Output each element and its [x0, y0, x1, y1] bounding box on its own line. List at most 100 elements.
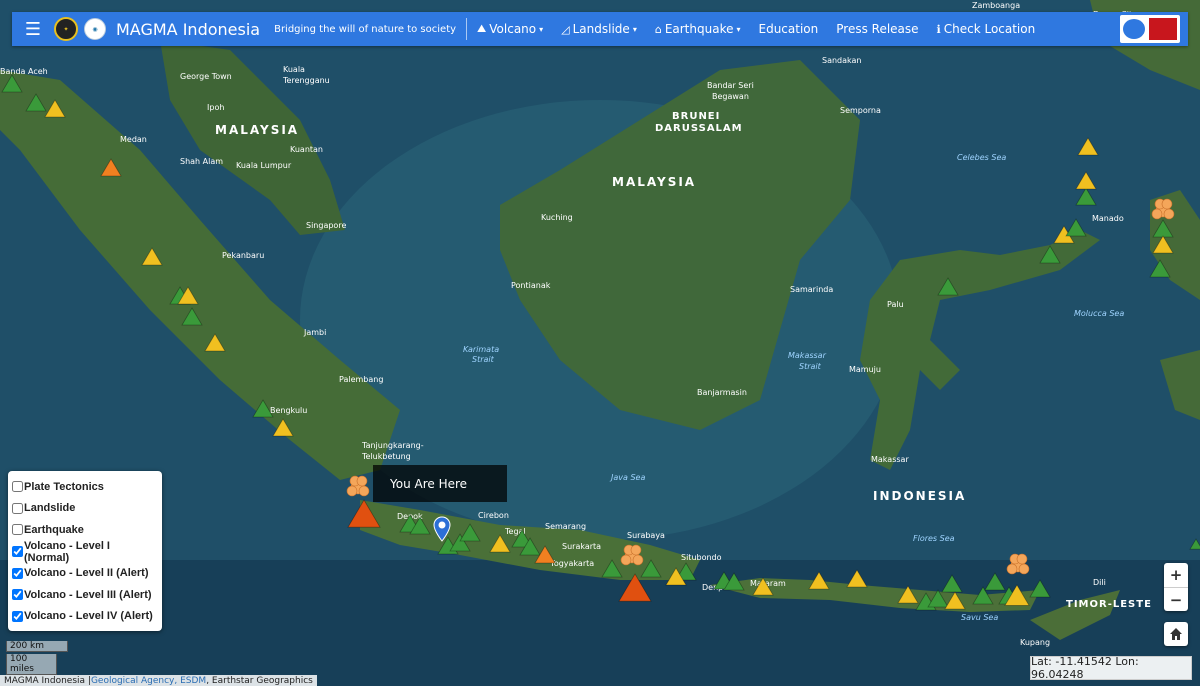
zoom-control: + − [1164, 563, 1188, 611]
city-label: Terengganu [282, 76, 330, 85]
city-label: Manado [1092, 214, 1124, 223]
city-label: Pontianak [511, 281, 551, 290]
city-label: Pekanbaru [222, 251, 264, 260]
you-are-here-tooltip: You Are Here [373, 465, 507, 502]
layer-legend: Plate Tectonics Landslide Earthquake Vol… [8, 471, 162, 631]
city-label: Surakarta [562, 542, 601, 551]
sea-label: Savu Sea [961, 613, 998, 622]
city-label: Banjarmasin [697, 388, 747, 397]
brand-title[interactable]: MAGMA Indonesia [116, 20, 260, 39]
kominfo-registered-badge[interactable] [1120, 15, 1180, 43]
layer-toggle-earthquake[interactable]: Earthquake [12, 519, 158, 541]
layer-toggle-plate-tectonics[interactable]: Plate Tectonics [12, 476, 158, 498]
top-navigation-bar: ☰ ✦ ◉ MAGMA Indonesia Bridging the will … [12, 12, 1188, 46]
country-label: BRUNEI [672, 111, 720, 122]
city-label: Mamuju [849, 365, 881, 374]
city-label: Singapore [306, 221, 346, 230]
earthquake-icon: ⌂ [654, 22, 662, 36]
sea-label: Java Sea [609, 473, 645, 482]
esdm-logo: ✦ [54, 17, 78, 41]
city-label: Begawan [712, 92, 749, 101]
layer-toggle-volcano-level-4[interactable]: Volcano - Level IV (Alert) [12, 606, 158, 628]
location-pin-icon[interactable] [433, 516, 451, 542]
city-label: Banda Aceh [0, 67, 48, 76]
city-label: Zamboanga [972, 1, 1020, 10]
geological-agency-logo: ◉ [84, 18, 106, 40]
zoom-out-button[interactable]: − [1164, 587, 1188, 612]
city-label: Telukbetung [361, 452, 411, 461]
volcano-icon: ⛰ [477, 22, 487, 35]
checkbox[interactable] [12, 546, 23, 558]
checkbox[interactable] [12, 589, 23, 601]
tagline: Bridging the will of nature to society [274, 23, 457, 35]
city-label: Kuala Lumpur [236, 161, 292, 170]
eruption-cloud-icon[interactable] [346, 475, 370, 497]
satellite-map[interactable]: MALAYSIA MALAYSIA BRUNEI DARUSSALAM INDO… [0, 0, 1200, 686]
city-label: Shah Alam [180, 157, 223, 166]
checkbox[interactable] [12, 502, 23, 514]
info-icon: ℹ [936, 22, 941, 36]
checkbox[interactable] [12, 610, 23, 622]
divider [466, 18, 468, 40]
registered-stamp [1149, 18, 1177, 40]
menu-icon[interactable]: ☰ [18, 19, 48, 40]
sea-label: Makassar [788, 351, 827, 360]
city-label: Semarang [545, 522, 586, 531]
home-button[interactable] [1164, 622, 1188, 646]
country-label: DARUSSALAM [655, 123, 743, 134]
caret-down-icon: ▾ [539, 24, 544, 34]
city-label: Bengkulu [270, 406, 307, 415]
city-label: Bandar Seri [707, 81, 754, 90]
layer-toggle-volcano-level-1[interactable]: Volcano - Level I (Normal) [12, 540, 158, 564]
layer-toggle-volcano-level-2[interactable]: Volcano - Level II (Alert) [12, 562, 158, 584]
city-label: Kuantan [290, 145, 323, 154]
sea-label: Molucca Sea [1074, 309, 1124, 318]
city-label: Semporna [840, 106, 881, 115]
checkbox[interactable] [12, 524, 23, 536]
caret-down-icon: ▾ [632, 24, 637, 34]
nav-check-location[interactable]: ℹ Check Location [937, 22, 1036, 36]
city-label: Dili [1093, 578, 1106, 587]
city-label: Makassar [871, 455, 909, 464]
sea-label: Celebes Sea [957, 153, 1006, 162]
nav-press-release[interactable]: Press Release [836, 22, 918, 36]
eruption-cloud-icon[interactable] [1151, 198, 1175, 220]
attribution-link[interactable]: Geological Agency, ESDM [91, 676, 206, 686]
city-label: Sandakan [822, 56, 862, 65]
city-label: Ipoh [207, 103, 224, 112]
nav-earthquake[interactable]: ⌂ Earthquake ▾ [655, 22, 741, 36]
home-icon [1170, 628, 1182, 640]
country-label: MALAYSIA [612, 175, 696, 189]
caret-down-icon: ▾ [736, 24, 741, 34]
city-label: Cirebon [478, 511, 509, 520]
nav-volcano[interactable]: ⛰ Volcano ▾ [477, 22, 543, 36]
city-label: Jambi [303, 328, 326, 337]
layer-toggle-volcano-level-3[interactable]: Volcano - Level III (Alert) [12, 584, 158, 606]
landslide-icon: ◿ [561, 22, 570, 36]
nav-landslide[interactable]: ◿ Landslide ▾ [561, 22, 637, 36]
country-label: INDONESIA [873, 489, 966, 503]
zoom-in-button[interactable]: + [1164, 563, 1188, 587]
city-label: Kuala [283, 65, 305, 74]
nav-education[interactable]: Education [759, 22, 819, 36]
layer-toggle-landslide[interactable]: Landslide [12, 498, 158, 520]
city-label: George Town [180, 72, 232, 81]
city-label: Kuching [541, 213, 573, 222]
eruption-cloud-icon[interactable] [1006, 553, 1030, 575]
sea-label: Strait [799, 362, 822, 371]
sea-label: Karimata [463, 345, 499, 354]
sea-label: Strait [472, 355, 495, 364]
checkbox[interactable] [12, 567, 23, 579]
city-label: Medan [120, 135, 147, 144]
sea-label: Flores Sea [913, 534, 955, 543]
eruption-cloud-icon[interactable] [620, 544, 644, 566]
country-label: MALAYSIA [215, 123, 299, 137]
checkbox[interactable] [12, 481, 23, 493]
city-label: Yogyakarta [549, 559, 594, 568]
map-attribution: MAGMA Indonesia | Geological Agency, ESD… [0, 675, 317, 686]
city-label: Palu [887, 300, 904, 309]
city-label: Kupang [1020, 638, 1050, 647]
city-label: Palembang [339, 375, 383, 384]
country-label: TIMOR-LESTE [1066, 599, 1152, 610]
kominfo-logo [1123, 19, 1145, 39]
